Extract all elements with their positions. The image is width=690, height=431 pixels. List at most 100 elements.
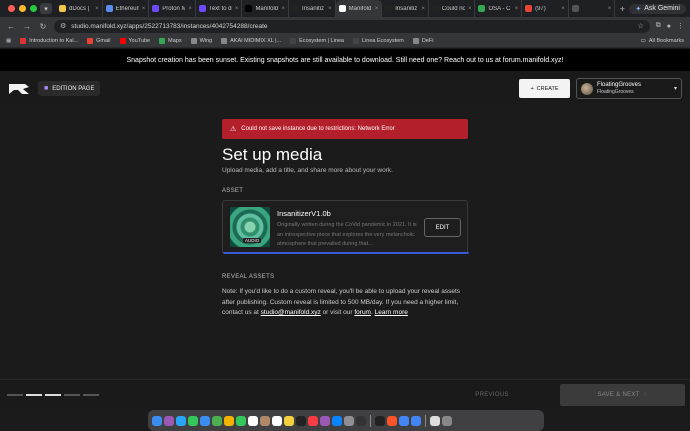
browser-tab[interactable]: Could no × — [429, 0, 476, 17]
reminders-icon[interactable] — [272, 415, 282, 426]
photos-icon[interactable] — [224, 415, 234, 426]
edition-page-button[interactable]: ■ EDITION PAGE — [38, 81, 101, 96]
bookmark-item[interactable]: Ecosystem | Linea — [290, 38, 344, 44]
close-tab-icon[interactable]: × — [188, 6, 192, 12]
asset-title: InsanitizerV1.0b — [277, 209, 331, 218]
tab-favicon-icon — [431, 5, 439, 12]
trash-icon[interactable] — [442, 415, 452, 426]
bookmark-item[interactable]: Maps — [159, 38, 182, 44]
browser-tab[interactable]: Proton M × — [149, 0, 196, 17]
calendar-icon[interactable] — [248, 415, 258, 426]
bookmark-item[interactable]: Linea Ecosystem — [353, 38, 404, 44]
reload-icon[interactable]: ↻ — [38, 22, 48, 31]
edit-asset-button[interactable]: EDIT — [424, 218, 461, 237]
asset-section-label: ASSET — [222, 188, 244, 194]
bookmark-item[interactable]: AKAI MIDIMIX XL |... — [221, 38, 281, 44]
brave-icon[interactable] — [387, 415, 397, 426]
notes-icon[interactable] — [284, 415, 294, 426]
minimize-window-button[interactable] — [19, 5, 26, 12]
plus-icon: + — [530, 85, 534, 92]
browser-tab[interactable]: OSA - C × — [475, 0, 523, 17]
learn-more-link[interactable]: Learn more — [375, 309, 408, 316]
logic-icon[interactable] — [356, 415, 366, 426]
settings-icon[interactable] — [344, 415, 354, 426]
close-tab-icon[interactable]: × — [421, 6, 425, 12]
facetime-icon[interactable] — [236, 415, 246, 426]
forum-link[interactable]: forum — [354, 309, 371, 316]
messages-icon[interactable] — [188, 415, 198, 426]
browser-tab[interactable]: Ethereum× — [103, 0, 150, 17]
close-tab-icon[interactable]: × — [375, 6, 379, 12]
profile-icon[interactable]: ● — [667, 23, 671, 30]
browser-tab[interactable]: (97) × — [522, 0, 569, 17]
bookmark-label: Maps — [168, 38, 182, 44]
apps-grid-icon[interactable]: ▦ — [6, 38, 11, 44]
bookmark-item[interactable]: Introduction to Kal... — [20, 38, 78, 44]
forward-icon[interactable]: → — [22, 22, 32, 31]
contacts-icon[interactable] — [260, 415, 270, 426]
bookmark-item[interactable]: DeFi — [412, 38, 434, 44]
browser-tab[interactable]: Insanitiz × — [382, 0, 429, 17]
appstore-icon[interactable] — [332, 415, 342, 426]
close-tab-icon[interactable]: × — [561, 6, 565, 12]
bookmark-favicon-icon — [190, 38, 197, 44]
bookmark-star-icon[interactable]: ☆ — [637, 22, 643, 30]
create-button[interactable]: + CREATE — [519, 79, 570, 98]
folder-icon: ▭ — [640, 38, 646, 44]
tab-search-icon[interactable]: ▾ — [40, 3, 52, 14]
preview-icon[interactable] — [430, 415, 440, 426]
close-tab-icon[interactable]: × — [142, 6, 146, 12]
docs-icon[interactable] — [411, 415, 421, 426]
ask-gemini-button[interactable]: ✦ Ask Gemini — [629, 3, 686, 14]
previous-button[interactable]: PREVIOUS — [432, 385, 552, 405]
manifold-logo[interactable] — [8, 82, 30, 100]
browser-tab[interactable]: × — [569, 0, 616, 17]
bookmark-item[interactable]: Gmail — [87, 38, 111, 44]
close-tab-icon[interactable]: × — [328, 6, 332, 12]
maps-icon[interactable] — [212, 415, 222, 426]
support-email-link[interactable]: studio@manifold.xyz — [261, 309, 321, 316]
back-icon[interactable]: ← — [6, 22, 16, 31]
close-tab-icon[interactable]: × — [468, 6, 472, 12]
zoom-window-button[interactable] — [30, 5, 37, 12]
bookmark-label: Introduction to Kal... — [29, 38, 79, 44]
browser-tab[interactable]: Text to di × — [196, 0, 243, 17]
save-next-button[interactable]: SAVE & NEXT ◌ — [560, 384, 685, 406]
mail-icon[interactable] — [200, 415, 210, 426]
browser-tab[interactable]: Insanitiz × — [289, 0, 336, 17]
asset-description: Originally written during the CoVid pand… — [277, 222, 417, 247]
tab-favicon-icon — [152, 5, 160, 12]
safari-icon[interactable] — [176, 415, 186, 426]
progress-step — [64, 394, 80, 396]
close-tab-icon[interactable]: × — [95, 6, 99, 12]
launchpad-icon[interactable] — [164, 415, 174, 426]
extensions-icon[interactable]: ⧉ — [656, 22, 661, 30]
music-icon[interactable] — [308, 415, 318, 426]
all-bookmarks-button[interactable]: ▭ All Bookmarks — [641, 38, 684, 44]
browser-tab[interactable]: dDocs | × — [56, 0, 103, 17]
page-title: Set up media — [222, 145, 323, 164]
bookmark-item[interactable]: Wing — [190, 38, 212, 44]
terminal-icon[interactable] — [375, 415, 385, 426]
tv-icon[interactable] — [296, 415, 306, 426]
tab-list: dDocs |×Ethereum×Proton M×Text to di×Man… — [56, 0, 616, 17]
podcasts-icon[interactable] — [320, 415, 330, 426]
close-window-button[interactable] — [8, 5, 15, 12]
site-info-icon[interactable]: ⚙ — [60, 22, 66, 30]
bookmark-favicon-icon — [412, 38, 419, 44]
bookmark-label: Gmail — [96, 38, 111, 44]
close-tab-icon[interactable]: × — [515, 6, 519, 12]
user-menu[interactable]: FloatingGrooves FloatingGrooves ▾ — [576, 78, 682, 99]
new-tab-icon[interactable]: + — [615, 4, 629, 14]
chrome-icon[interactable] — [399, 415, 409, 426]
browser-tab[interactable]: Manifold × — [242, 0, 290, 17]
close-tab-icon[interactable]: × — [235, 6, 239, 12]
bookmark-label: Ecosystem | Linea — [299, 38, 344, 44]
bookmark-item[interactable]: YouTube — [119, 38, 150, 44]
browser-tab[interactable]: Manifold × — [335, 0, 383, 17]
finder-icon[interactable] — [152, 415, 162, 426]
menu-icon[interactable]: ⋮ — [677, 22, 684, 30]
close-tab-icon[interactable]: × — [282, 6, 286, 12]
close-tab-icon[interactable]: × — [608, 6, 612, 12]
address-bar[interactable]: ⚙ studio.manifold.xyz/apps/2522713783/in… — [54, 19, 650, 33]
